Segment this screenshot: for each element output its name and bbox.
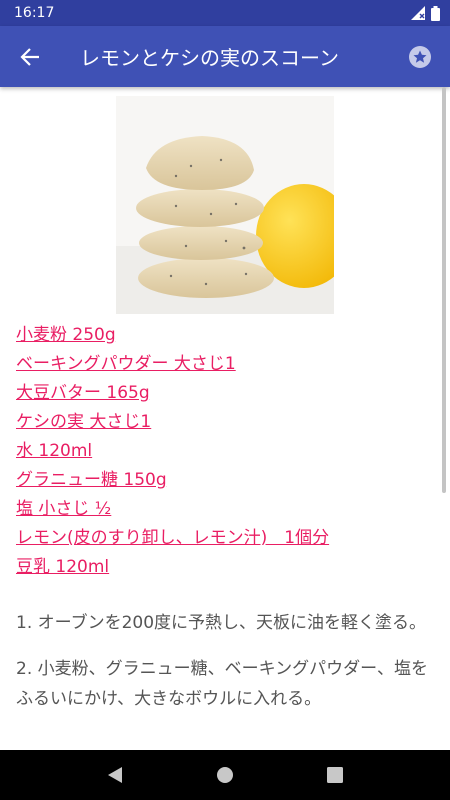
battery-icon (431, 5, 440, 21)
arrow-back-icon (20, 47, 39, 66)
ingredient-link[interactable]: 水 120ml (16, 437, 436, 466)
instruction-list: 1. オーブンを200度に予熱し、天板に油を軽く塗る。 2. 小麦粉、グラニュー… (16, 608, 441, 730)
nav-back-button[interactable] (95, 755, 135, 795)
navigation-bar (0, 750, 450, 800)
triangle-back-icon (108, 767, 122, 783)
ingredient-list: 小麦粉 250g ベーキングパウダー 大さじ1 大豆バター 165g ケシの実 … (16, 321, 436, 582)
scrollbar[interactable] (442, 87, 446, 493)
instruction-step: 1. オーブンを200度に予熱し、天板に油を軽く塗る。 (16, 613, 427, 633)
ingredient-link[interactable]: ベーキングパウダー 大さじ1 (16, 350, 436, 379)
recipe-content[interactable]: 小麦粉 250g ベーキングパウダー 大さじ1 大豆バター 165g ケシの実 … (0, 87, 450, 750)
nav-home-button[interactable] (205, 755, 245, 795)
nav-recents-button[interactable] (315, 755, 355, 795)
app-bar: レモンとケシの実のスコーン (0, 26, 450, 87)
circle-home-icon (217, 767, 233, 783)
instruction-step: 2. 小麦粉、グラニュー糖、ベーキングパウダー、塩をふるいにかけ、大きなボウルに… (16, 659, 428, 709)
ingredient-link[interactable]: ケシの実 大さじ1 (16, 408, 436, 437)
ingredient-link[interactable]: 大豆バター 165g (16, 379, 436, 408)
square-recents-icon (327, 767, 343, 783)
status-bar: 16:17 (0, 0, 450, 26)
signal-icon (411, 6, 425, 20)
back-button[interactable] (0, 26, 60, 87)
favorite-button[interactable] (390, 26, 450, 87)
ingredient-link[interactable]: レモン(皮のすり卸し、レモン汁) 1個分 (16, 524, 436, 553)
ingredient-link[interactable]: 塩 小さじ ½ (16, 495, 436, 524)
page-title: レモンとケシの実のスコーン (80, 46, 339, 70)
status-time: 16:17 (14, 5, 55, 21)
recipe-photo (116, 96, 334, 314)
ingredient-link[interactable]: 小麦粉 250g (16, 321, 436, 350)
status-icons (411, 5, 440, 21)
ingredient-link[interactable]: グラニュー糖 150g (16, 466, 436, 495)
star-icon (409, 45, 431, 68)
ingredient-link[interactable]: 豆乳 120ml (16, 553, 436, 582)
